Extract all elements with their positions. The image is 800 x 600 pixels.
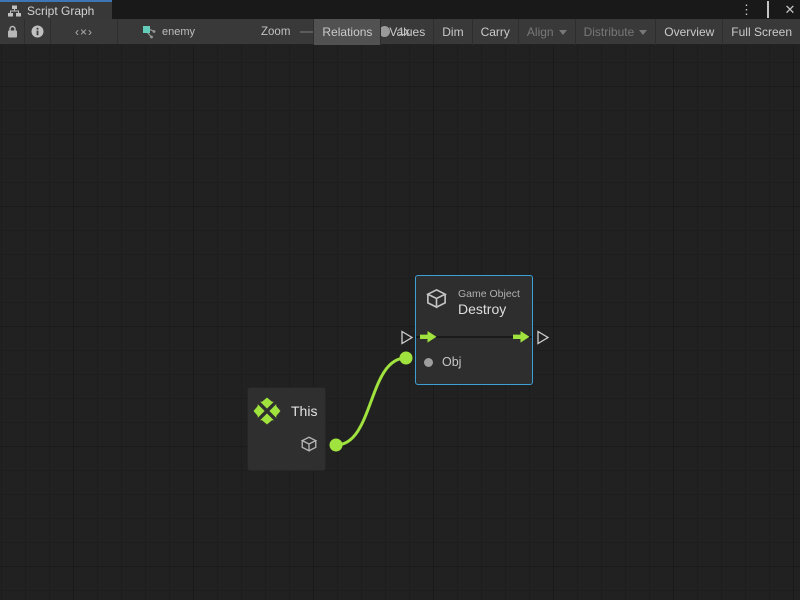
connection-start-dot[interactable] xyxy=(330,439,343,452)
flow-input-port-icon[interactable] xyxy=(402,332,412,344)
gameobject-output-port[interactable] xyxy=(300,435,318,458)
flow-in-arrow-icon[interactable] xyxy=(420,331,437,343)
zoom-label: Zoom xyxy=(261,26,290,38)
obj-port-label: Obj xyxy=(442,355,461,369)
dim-button[interactable]: Dim xyxy=(434,19,472,45)
node-category: Game Object xyxy=(458,288,520,301)
carry-button[interactable]: Carry xyxy=(473,19,519,45)
node-this-header: This xyxy=(248,388,325,425)
obj-input-row[interactable]: Obj xyxy=(416,350,532,369)
lock-icon xyxy=(7,25,18,38)
graph-canvas[interactable]: This Game Object Destroy xyxy=(0,45,800,600)
script-graph-window: Script Graph ⋮ ✕ ‹×› xyxy=(0,0,800,600)
flow-output-port-icon[interactable] xyxy=(538,332,548,344)
tab-script-graph[interactable]: Script Graph xyxy=(0,0,112,19)
relations-button[interactable]: Relations xyxy=(314,19,381,45)
close-icon[interactable]: ✕ xyxy=(784,0,796,19)
chevron-down-icon xyxy=(639,30,647,35)
game-object-cube-icon xyxy=(425,287,448,310)
graph-hierarchy-icon xyxy=(8,5,21,17)
this-icon xyxy=(253,397,281,425)
flow-relation-row xyxy=(416,324,532,350)
overview-button[interactable]: Overview xyxy=(656,19,723,45)
chevron-down-icon xyxy=(559,30,567,35)
lock-button[interactable] xyxy=(0,19,24,44)
values-button[interactable]: Values xyxy=(381,19,434,45)
node-destroy-header: Game Object Destroy xyxy=(416,276,532,317)
window-menu-icon[interactable]: ⋮ xyxy=(740,0,752,19)
obj-port-icon[interactable] xyxy=(424,358,433,367)
breadcrumb[interactable]: enemy xyxy=(118,19,225,44)
info-icon xyxy=(31,25,44,38)
graph-name: enemy xyxy=(162,26,195,38)
full-screen-button[interactable]: Full Screen xyxy=(723,19,800,45)
align-dropdown[interactable]: Align xyxy=(519,19,576,45)
angle-x-icon: ‹×› xyxy=(75,25,93,39)
node-destroy[interactable]: Game Object Destroy Obj xyxy=(415,275,533,385)
node-title: Destroy xyxy=(458,301,520,317)
distribute-dropdown[interactable]: Distribute xyxy=(576,19,657,45)
cube-icon xyxy=(300,435,318,453)
window-controls: ⋮ ✕ xyxy=(740,0,796,19)
connection-wire[interactable] xyxy=(336,358,406,445)
tab-bar: Script Graph ⋮ ✕ xyxy=(0,0,800,19)
connection-values-toggle[interactable]: ‹×› xyxy=(51,19,117,44)
info-button[interactable] xyxy=(25,19,50,44)
tab-title: Script Graph xyxy=(27,4,94,18)
connection-end-dot[interactable] xyxy=(400,352,413,365)
node-this[interactable]: This xyxy=(247,387,326,471)
connection-layer xyxy=(0,45,800,600)
flow-out-arrow-icon[interactable] xyxy=(513,331,530,343)
graph-toolbar: ‹×› enemy Zoom 1x Relations Values Dim C… xyxy=(0,19,800,45)
toolbar-buttons: Relations Values Dim Carry Align Distrib… xyxy=(313,19,800,45)
node-this-title: This xyxy=(291,403,317,419)
maximize-icon[interactable] xyxy=(762,0,774,19)
graph-node-icon xyxy=(142,25,156,39)
node-destroy-titles: Game Object Destroy xyxy=(458,287,520,317)
